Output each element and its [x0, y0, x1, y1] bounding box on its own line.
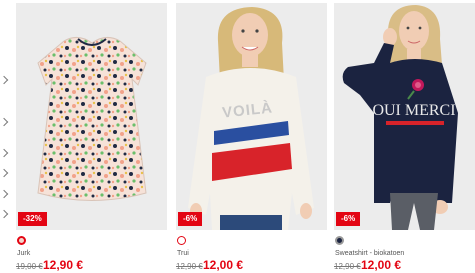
color-swatch[interactable] [177, 236, 186, 245]
product-image[interactable]: VOILÀ -6% [176, 3, 327, 230]
discount-badge: -6% [178, 212, 203, 226]
color-swatch[interactable] [17, 236, 26, 245]
chevron-right-icon[interactable] [0, 189, 9, 199]
sale-price: 12,00 € [203, 258, 244, 272]
product-card[interactable]: OUI MERCI -6% Sweatshirt - biokatoen 12,… [334, 3, 475, 272]
product-card[interactable]: -32% Jurk 19,00 € 12,90 € [16, 3, 167, 272]
sweatshirt-print-text: OUI MERCI [372, 102, 455, 119]
old-price: 12,90 € [176, 262, 203, 271]
product-card[interactable]: VOILÀ -6% Trui 12,90 € 12,00 € [176, 3, 327, 272]
chevron-right-icon[interactable] [0, 148, 9, 158]
product-name[interactable]: Trui [177, 250, 189, 257]
color-swatch[interactable] [335, 236, 344, 245]
product-name[interactable]: Jurk [17, 250, 30, 257]
discount-badge: -32% [18, 212, 47, 226]
filter-sidebar-edge [0, 0, 10, 273]
chevron-right-icon[interactable] [0, 117, 9, 127]
chevron-right-icon[interactable] [0, 209, 9, 219]
discount-badge: -6% [336, 212, 361, 226]
chevron-right-icon[interactable] [0, 75, 9, 85]
old-price: 12,90 € [334, 262, 361, 271]
product-image[interactable]: OUI MERCI -6% [334, 3, 475, 230]
product-image[interactable]: -32% [16, 3, 167, 230]
sale-price: 12,00 € [361, 258, 402, 272]
chevron-right-icon[interactable] [0, 168, 9, 178]
sale-price: 12,90 € [43, 258, 84, 272]
old-price: 19,00 € [16, 262, 43, 271]
product-name[interactable]: Sweatshirt - biokatoen [335, 250, 404, 257]
